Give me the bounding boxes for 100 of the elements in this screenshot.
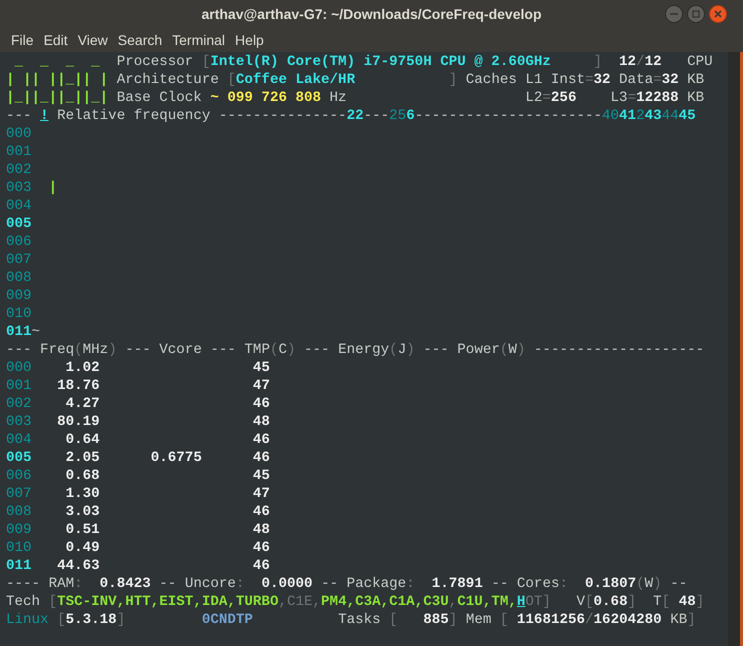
highlight-text: Intel(R) Core(TM) i7-9750H CPU @ 2.60GHz	[210, 54, 551, 70]
core-label: 008	[6, 504, 32, 520]
terminal-text: --------------------	[534, 342, 704, 358]
punctuation-text: ,	[448, 594, 458, 610]
punctuation-text: ,C1E,	[278, 594, 322, 610]
close-button[interactable]	[709, 5, 727, 23]
value-text: 0.49 46	[66, 540, 270, 556]
terminal-text: W	[644, 576, 654, 592]
terminal-text: ---	[364, 108, 390, 124]
ascii-logo: _ _ _ _	[14, 54, 100, 70]
highlight-text: 011	[6, 324, 32, 340]
menu-item[interactable]: Terminal	[167, 30, 230, 50]
highlight-text: 41	[619, 108, 636, 124]
highlight-text: 011	[6, 558, 32, 574]
terminal-text: W	[508, 342, 517, 358]
terminal-text: -- Uncore	[159, 576, 236, 592]
value-text: 256	[550, 90, 576, 106]
core-label: 001	[6, 144, 32, 160]
menu-item[interactable]: File	[6, 30, 39, 50]
menu-item[interactable]: Edit	[38, 30, 73, 50]
punctuation-text: =	[653, 72, 662, 88]
core-label: 008	[6, 270, 32, 286]
terminal-text: ----------------------	[414, 108, 602, 124]
minimize-button[interactable]	[665, 5, 683, 23]
terminal-text: Tasks	[338, 612, 381, 628]
value-text: 12	[644, 54, 662, 70]
punctuation-text: (	[500, 342, 508, 358]
terminal-text: ---- RAM	[6, 576, 74, 592]
punctuation-text: )	[108, 342, 117, 358]
build-tag: 0CNDTP	[202, 612, 253, 628]
terminal-text: ---	[6, 108, 32, 124]
punctuation-text: )	[653, 576, 662, 592]
punctuation-text: )	[516, 342, 526, 358]
value-text: 18.76 47	[57, 378, 270, 394]
core-label: 000	[6, 126, 32, 142]
menu-item[interactable]: Help	[230, 30, 269, 50]
feature-flags: PM4,C3A,C1A,C3U	[321, 594, 449, 610]
terminal-text: ~	[32, 324, 40, 340]
punctuation-text: :	[559, 576, 568, 592]
punctuation-text: [	[48, 594, 58, 610]
core-label: 002	[6, 162, 32, 178]
value-text: 32	[662, 72, 679, 88]
value-text: 0.51 48	[66, 522, 270, 538]
value-text: 16204280	[594, 612, 662, 628]
value-text: 3.03 46	[66, 504, 270, 520]
terminal-text: KB	[687, 72, 704, 88]
core-label: 44	[662, 108, 679, 124]
punctuation-text: )	[406, 342, 415, 358]
value-text: 32	[594, 72, 611, 88]
punctuation-text: ]	[448, 72, 458, 88]
core-label: 007	[6, 252, 32, 268]
terminal-text: V	[576, 594, 586, 610]
highlight-text: 45	[678, 108, 696, 124]
window-title: arthav@arthav-G7: ~/Downloads/CoreFreq-develop	[200, 4, 542, 24]
clock-value: ~ 099 726 808	[210, 90, 322, 106]
feature-flags: TSC-INV,HTT,EIST,IDA,TURBO	[57, 594, 278, 610]
terminal-text: Processor	[116, 54, 194, 70]
terminal-text: --- Freq	[6, 342, 74, 358]
punctuation-text: [	[662, 594, 670, 610]
punctuation-text: /	[636, 54, 645, 70]
punctuation-text: (	[636, 576, 645, 592]
menu-item[interactable]: View	[72, 30, 113, 50]
value-text: 885	[423, 612, 449, 628]
core-label: 010	[6, 540, 32, 556]
terminal-text: L3	[610, 90, 628, 106]
punctuation-text: ]	[687, 612, 696, 628]
highlight-text: 005	[6, 450, 32, 466]
feature-flags: C1U,TM,	[457, 594, 517, 610]
terminal-text: Base Clock	[116, 90, 202, 106]
terminal-text: J	[398, 342, 406, 358]
value-text: 2.05 0.6775 46	[66, 450, 270, 466]
terminal-text: Tech	[6, 594, 40, 610]
punctuation-text: [	[202, 54, 210, 70]
value-text: 0.64 46	[66, 432, 270, 448]
punctuation-text: [	[57, 612, 66, 628]
terminal-text: Mem	[466, 612, 492, 628]
punctuation-text: (	[270, 342, 278, 358]
menu-item[interactable]: Search	[112, 30, 168, 50]
maximize-button[interactable]	[687, 5, 705, 23]
value-text: 4.27 46	[66, 396, 270, 412]
value-text: 1.7891	[432, 576, 483, 592]
value-text: 44.63 46	[57, 558, 270, 574]
punctuation-text: )	[287, 342, 296, 358]
terminal-text: --- Vcore --- TMP	[125, 342, 270, 358]
core-label: 003	[6, 180, 32, 196]
highlight-text: 43	[644, 108, 662, 124]
highlight-text: Coffee Lake/HR	[236, 72, 356, 88]
terminal-text: Architecture	[116, 72, 219, 88]
core-label: 010	[6, 306, 32, 322]
core-label: 009	[6, 522, 32, 538]
terminal-text: --	[670, 576, 688, 592]
punctuation-text: /	[585, 612, 594, 628]
punctuation-text: ]	[628, 594, 636, 610]
punctuation-text: ]	[448, 612, 458, 628]
core-label: 007	[6, 486, 32, 502]
punctuation-text: =	[542, 90, 551, 106]
terminal-text: KB	[670, 612, 688, 628]
terminal-text: C	[278, 342, 287, 358]
core-label: 25	[389, 108, 406, 124]
value-text: 0.1807	[585, 576, 636, 592]
